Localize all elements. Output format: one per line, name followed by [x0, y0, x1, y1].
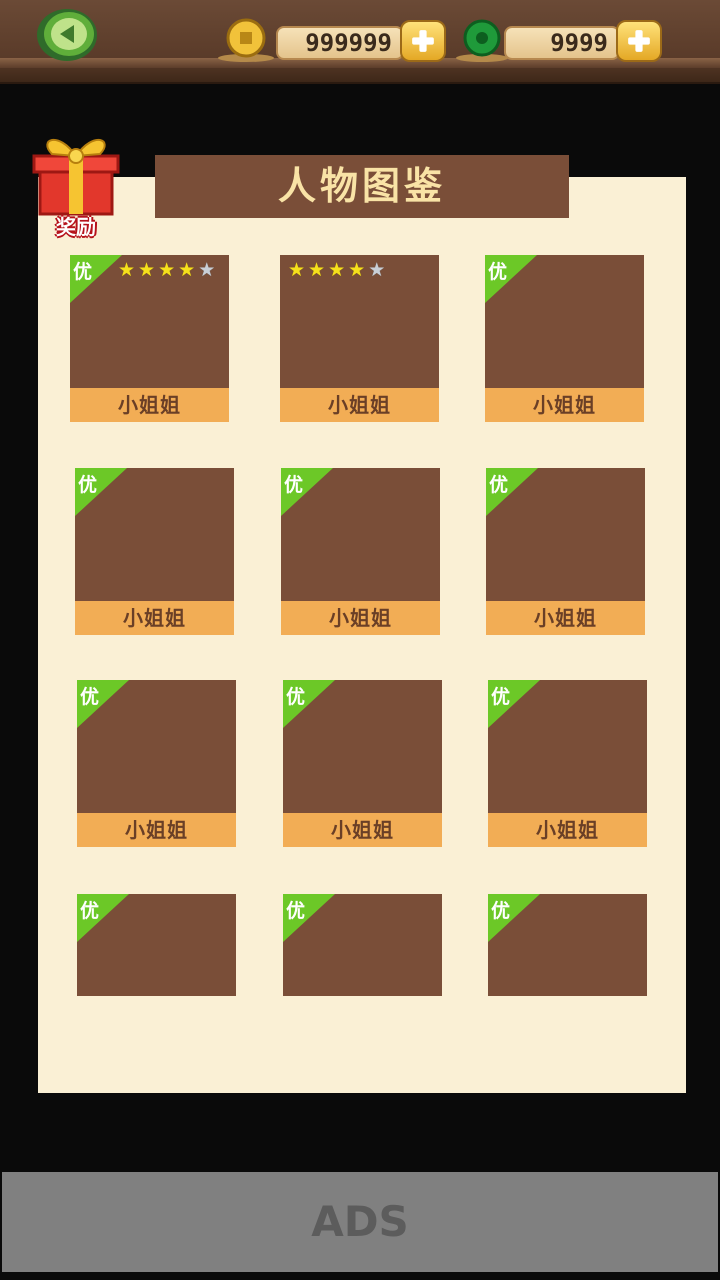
character-card[interactable]: 优 [283, 894, 442, 996]
gem-amount: 9999 [504, 26, 620, 60]
quality-badge-label: 优 [286, 900, 306, 922]
star-icon: ★ [368, 259, 386, 281]
star-icon: ★ [308, 259, 326, 281]
character-name: 小姐姐 [280, 388, 439, 422]
character-card[interactable]: 优小姐姐 [485, 255, 644, 422]
star-icon: ★ [328, 259, 346, 281]
character-card[interactable]: 优小姐姐 [281, 468, 440, 635]
ad-banner[interactable]: ADS [2, 1172, 718, 1272]
add-coins-button[interactable] [400, 20, 446, 62]
quality-badge-label: 优 [80, 900, 100, 922]
quality-badge-label: 优 [286, 686, 306, 708]
star-icon: ★ [118, 259, 136, 281]
star-icon: ★ [348, 259, 366, 281]
character-name: 小姐姐 [283, 813, 442, 847]
star-icon: ★ [198, 259, 216, 281]
top-bar: 999999 9999 [0, 0, 720, 84]
quality-badge-label: 优 [491, 686, 511, 708]
reward-label: 奖励 [56, 215, 96, 239]
star-icon: ★ [178, 259, 196, 281]
character-card[interactable]: 优小姐姐 [77, 680, 236, 847]
star-icon: ★ [138, 259, 156, 281]
star-icon: ★ [288, 259, 306, 281]
reward-gift[interactable]: 奖励 [28, 126, 124, 240]
jade-icon [456, 19, 508, 62]
add-gems-button[interactable] [616, 20, 662, 62]
quality-badge-label: 优 [73, 261, 93, 283]
character-card[interactable]: ★ ★ ★ ★ ★ 小姐姐 [280, 255, 439, 422]
quality-badge-label: 优 [491, 900, 511, 922]
quality-badge-label: 优 [488, 261, 508, 283]
character-name: 小姐姐 [485, 388, 644, 422]
character-card[interactable]: 优小姐姐 [488, 680, 647, 847]
page-title: 人物图鉴 [155, 155, 569, 218]
quality-badge-label: 优 [80, 686, 100, 708]
character-name: 小姐姐 [488, 813, 647, 847]
gem-counter: 9999 [454, 18, 664, 62]
star-icon: ★ [158, 259, 176, 281]
character-card[interactable]: 优小姐姐 [75, 468, 234, 635]
character-name: 小姐姐 [77, 813, 236, 847]
character-card[interactable]: 优 [488, 894, 647, 996]
character-name: 小姐姐 [75, 601, 234, 635]
back-button[interactable] [36, 8, 98, 62]
quality-badge-label: 优 [489, 474, 509, 496]
character-name: 小姐姐 [281, 601, 440, 635]
star-rating: ★ ★ ★ ★ ★ [288, 259, 385, 281]
character-card[interactable]: 优 [77, 894, 236, 996]
coin-icon [218, 18, 274, 62]
quality-badge-label: 优 [78, 474, 98, 496]
coin-counter: 999999 [216, 18, 446, 62]
star-rating: ★ ★ ★ ★ ★ [118, 259, 215, 281]
character-name: 小姐姐 [486, 601, 645, 635]
character-name: 小姐姐 [70, 388, 229, 422]
coin-amount: 999999 [276, 26, 404, 60]
character-card[interactable]: 优小姐姐 [283, 680, 442, 847]
character-card[interactable]: 优小姐姐 [486, 468, 645, 635]
character-card[interactable]: 优 ★ ★ ★ ★ ★ 小姐姐 [70, 255, 229, 422]
quality-badge-label: 优 [284, 474, 304, 496]
